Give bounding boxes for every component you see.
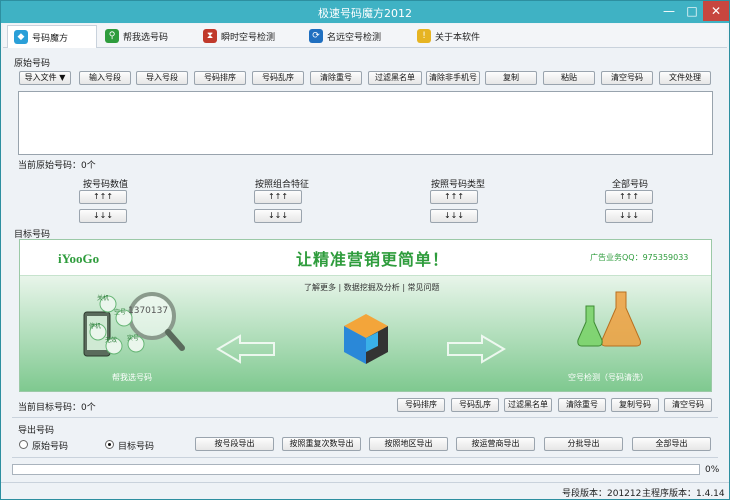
iyoogo-logo: iYooGo: [58, 251, 100, 266]
banner-body: 了解更多 | 数据挖掘及分析 | 常见问题 1370137 关机 空号 停机 无…: [20, 276, 711, 391]
tab-label: 关于本软件: [435, 32, 481, 43]
file-process-button[interactable]: 文件处理: [659, 71, 711, 85]
bubble-label: 无效: [105, 337, 118, 344]
tab-number-cube[interactable]: ◆ 号码魔方: [7, 25, 97, 48]
export-by-segment-button[interactable]: 按号段导出: [195, 437, 274, 451]
import-file-label: 导入文件: [24, 73, 57, 82]
source-section-label: 原始号码: [14, 59, 51, 69]
target-sort-button[interactable]: 号码排序: [397, 398, 445, 412]
progress-text: 0%: [705, 465, 720, 475]
target-clear-button[interactable]: 清空号码: [664, 398, 712, 412]
tab-label: 号码魔方: [32, 33, 69, 44]
right-arrow-icon: [447, 334, 506, 364]
sort-all-desc-button[interactable]: ↓↓↓: [605, 209, 653, 223]
tab-label: 瞬时空号检测: [221, 32, 276, 43]
tab-help-select[interactable]: ⚲ 帮我选号码: [99, 25, 191, 47]
left-arrow-icon: [216, 334, 275, 364]
info-icon: !: [417, 29, 431, 43]
import-segment-button[interactable]: 导入号段: [136, 71, 188, 85]
progress-bar: [12, 464, 700, 475]
maximize-button[interactable]: □: [681, 1, 703, 21]
filter-label-combo: 按照组合特征: [255, 180, 310, 190]
title-bar: 极速号码魔方2012 — □ ✕: [1, 1, 729, 23]
target-filter-blacklist-button[interactable]: 过滤黑名单: [504, 398, 552, 412]
right-caption: 空号检测（号码清洗）: [568, 373, 648, 382]
divider: [12, 417, 718, 418]
filter-blacklist-button[interactable]: 过滤黑名单: [368, 71, 422, 85]
radio-source-label: 原始号码: [32, 442, 69, 452]
sort-by-type-asc-button[interactable]: ↑↑↑: [430, 190, 478, 204]
sort-by-combo-desc-button[interactable]: ↓↓↓: [254, 209, 302, 223]
tab-label: 帮我选号码: [123, 32, 169, 43]
filter-label-value: 按号码数值: [83, 180, 129, 190]
tab-label: 名远空号检测: [327, 32, 382, 43]
tab-bar: ◆ 号码魔方 ⚲ 帮我选号码 ⧗ 瞬时空号检测 ⟳ 名远空号检测 ! 关于本软件: [3, 24, 727, 48]
copy-button[interactable]: 复制: [485, 71, 537, 85]
export-all-button[interactable]: 全部导出: [632, 437, 711, 451]
hourglass-icon: ⧗: [203, 29, 217, 43]
filter-label-type: 按照号码类型: [431, 180, 486, 190]
target-count: 当前目标号码：0个: [18, 403, 96, 413]
window-title: 极速号码魔方2012: [318, 7, 412, 20]
target-copy-button[interactable]: 复制号码: [611, 398, 659, 412]
bubble-label: 关机: [97, 295, 110, 302]
input-segment-button[interactable]: 输入号段: [79, 71, 131, 85]
export-by-carrier-button[interactable]: 按运营商导出: [456, 437, 535, 451]
export-section-label: 导出号码: [18, 426, 55, 436]
remove-duplicates-button[interactable]: 清除重号: [310, 71, 362, 85]
target-remove-duplicates-button[interactable]: 清除重号: [558, 398, 606, 412]
import-file-dropdown[interactable]: 导入文件 ▼: [19, 71, 71, 85]
tab-mingyuan-check[interactable]: ⟳ 名远空号检测: [303, 25, 403, 47]
source-count: 当前原始号码：0个: [18, 161, 96, 171]
sort-by-value-asc-button[interactable]: ↑↑↑: [79, 190, 127, 204]
bubble-label: 停机: [89, 323, 102, 330]
app-version: 主程序版本：1.4.14: [642, 489, 725, 499]
refresh-icon: ⟳: [309, 29, 323, 43]
bubble-label: 实号: [127, 335, 140, 342]
flask-illustration: [577, 291, 641, 347]
sort-by-combo-asc-button[interactable]: ↑↑↑: [254, 190, 302, 204]
source-numbers-textarea[interactable]: [18, 91, 713, 155]
tab-instant-check[interactable]: ⧗ 瞬时空号检测: [197, 25, 297, 47]
sort-by-value-desc-button[interactable]: ↓↓↓: [79, 209, 127, 223]
radio-target-label: 目标号码: [118, 442, 155, 452]
paste-button[interactable]: 粘贴: [543, 71, 595, 85]
minimize-button[interactable]: —: [657, 1, 681, 21]
number-sample: 1370137: [128, 306, 169, 316]
cube-icon: ◆: [14, 30, 28, 44]
sort-numbers-button[interactable]: 号码排序: [194, 71, 246, 85]
radio-source-numbers[interactable]: [19, 440, 28, 449]
left-caption: 帮我选号码: [112, 373, 152, 382]
banner-links[interactable]: 了解更多 | 数据挖掘及分析 | 常见问题: [304, 282, 440, 293]
clear-numbers-button[interactable]: 清空号码: [601, 71, 653, 85]
chevron-down-icon: ▼: [59, 73, 66, 82]
divider: [12, 457, 718, 458]
shuffle-numbers-button[interactable]: 号码乱序: [252, 71, 304, 85]
sort-all-asc-button[interactable]: ↑↑↑: [605, 190, 653, 204]
app-window: 极速号码魔方2012 — □ ✕ ◆ 号码魔方 ⚲ 帮我选号码 ⧗ 瞬时空号检测…: [0, 0, 730, 500]
sort-by-type-desc-button[interactable]: ↓↓↓: [430, 209, 478, 223]
segment-version: 号段版本：201212: [562, 489, 642, 499]
radio-target-numbers[interactable]: [105, 440, 114, 449]
bubble-label: 空号: [114, 309, 127, 316]
export-by-region-button[interactable]: 按照地区导出: [369, 437, 448, 451]
close-button[interactable]: ✕: [703, 1, 729, 21]
magnifier-icon: ⚲: [105, 29, 119, 43]
remove-non-mobile-button[interactable]: 清除非手机号: [426, 71, 480, 85]
status-bar: 号段版本：201212 主程序版本：1.4.14: [1, 482, 729, 499]
export-by-repeat-count-button[interactable]: 按照重复次数导出: [282, 437, 361, 451]
tab-about[interactable]: ! 关于本软件: [411, 25, 501, 47]
export-batch-button[interactable]: 分批导出: [544, 437, 623, 451]
banner-header: iYooGo 让精准营销更简单！ 广告业务QQ：975359033: [20, 240, 711, 276]
filter-label-all: 全部号码: [612, 180, 649, 190]
banner-slogan: 让精准营销更简单！: [296, 250, 450, 269]
target-shuffle-button[interactable]: 号码乱序: [451, 398, 499, 412]
cube-logo-icon: [344, 314, 388, 364]
ad-banner[interactable]: iYooGo 让精准营销更简单！ 广告业务QQ：975359033 了解更多 |…: [19, 239, 712, 392]
banner-ad-contact: 广告业务QQ：975359033: [590, 253, 689, 262]
